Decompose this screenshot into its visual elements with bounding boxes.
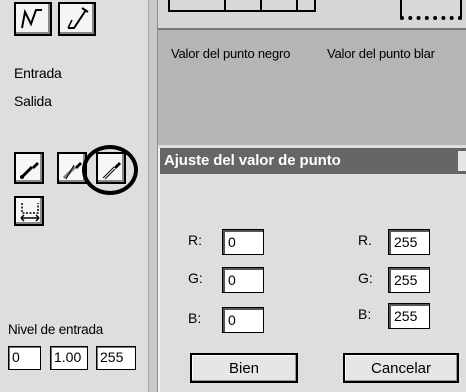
input-level-black-field[interactable]: 0	[8, 346, 41, 370]
pencil-tool-button[interactable]	[58, 2, 96, 36]
panel-divider[interactable]	[148, 0, 158, 392]
white-b-label: B:	[358, 306, 372, 322]
toolbar-scale-control[interactable]	[400, 0, 462, 20]
input-level-label: Nivel de entrada	[8, 322, 104, 337]
black-eyedropper-icon	[19, 162, 39, 180]
cancel-button[interactable]: Cancelar	[343, 353, 459, 383]
black-b-field[interactable]: 0	[222, 307, 264, 333]
black-r-label: R:	[188, 232, 202, 248]
black-point-heading: Valor del punto negro	[171, 46, 291, 61]
black-eyedropper-button[interactable]	[14, 152, 44, 184]
top-toolbar	[158, 0, 466, 28]
black-g-field[interactable]: 0	[222, 267, 264, 293]
input-level-gamma-field[interactable]: 1.00	[50, 346, 88, 370]
black-b-label: B:	[188, 310, 202, 326]
histogram-button[interactable]	[14, 196, 44, 226]
pencil-tool-icon	[67, 7, 89, 29]
toolbar-button-group[interactable]	[168, 0, 316, 12]
black-g-label: G:	[188, 270, 203, 286]
highlight-circle	[82, 145, 138, 195]
dialog-titlebar[interactable]: Ajuste del valor de punto	[160, 148, 466, 174]
curve-tool-button[interactable]	[14, 2, 52, 36]
gray-eyedropper-icon	[62, 162, 82, 180]
channel-input-label: Entrada	[14, 65, 62, 81]
channel-output-label: Salida	[14, 93, 52, 109]
white-r-field[interactable]: 255	[388, 229, 430, 255]
white-g-label: G:	[358, 270, 373, 286]
ok-button[interactable]: Bien	[190, 353, 298, 383]
white-r-label: R.	[358, 232, 372, 248]
curve-tool-icon	[21, 8, 42, 29]
dialog-title-button[interactable]	[458, 151, 466, 171]
white-point-heading: Valor del punto blar	[327, 46, 435, 61]
white-g-field[interactable]: 255	[388, 267, 430, 293]
input-level-white-field[interactable]: 255	[96, 346, 136, 370]
histogram-range-icon	[20, 203, 40, 222]
dialog-title: Ajuste del valor de punto	[164, 152, 341, 169]
white-b-field[interactable]: 255	[388, 303, 430, 329]
black-r-field[interactable]: 0	[222, 229, 264, 255]
